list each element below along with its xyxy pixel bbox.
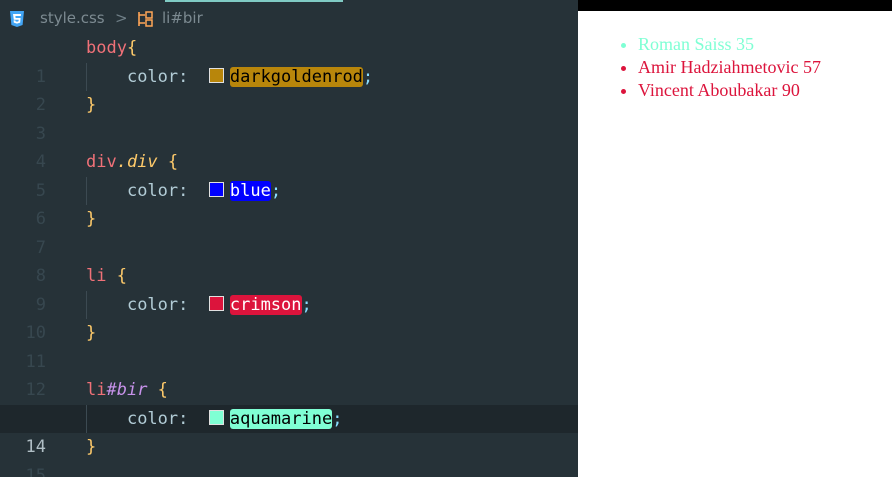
list-item: Amir Hadziahmetovic 57 (638, 56, 821, 79)
css-id-selector: #bir (106, 380, 148, 400)
line-content: color: crimson; (86, 291, 312, 320)
line-content: } (86, 319, 96, 348)
color-swatch[interactable] (208, 67, 224, 83)
semicolon: ; (270, 180, 282, 201)
open-brace: { (157, 152, 179, 172)
close-brace: } (86, 209, 97, 229)
line-content: color: blue; (86, 177, 281, 206)
color-swatch[interactable] (208, 409, 224, 425)
line-content: li { (86, 262, 127, 291)
player-list: Roman Saiss 35 Amir Hadziahmetovic 57 Vi… (638, 33, 821, 102)
line-content: color: aquamarine; (86, 405, 342, 434)
css-selector: div (86, 152, 117, 172)
code-line: 3 } (0, 91, 578, 144)
breadcrumb: style.css > li#bir (0, 2, 578, 34)
line-content: body{ (86, 34, 137, 63)
semicolon: ; (362, 66, 374, 87)
code-line: 15 } (0, 433, 578, 477)
close-brace: } (86, 95, 97, 115)
css-property: color: (126, 180, 189, 201)
css-property: color: (126, 408, 189, 429)
css-selector: li (86, 266, 107, 286)
browser-preview: Roman Saiss 35 Amir Hadziahmetovic 57 Vi… (578, 0, 892, 477)
code-line: 1 body{ (0, 34, 578, 87)
color-swatch[interactable] (208, 295, 224, 311)
line-content: } (86, 433, 96, 462)
css-selector: li (86, 380, 107, 400)
css-value: aquamarine (229, 408, 333, 429)
preview-top-bar (578, 0, 892, 11)
code-line: 6 color: blue; (0, 176, 578, 229)
selector-symbol-icon (138, 11, 153, 27)
line-number: 15 (25, 465, 46, 477)
code-line: 2 color: darkgoldenrod; (0, 62, 578, 115)
css-property: color: (126, 294, 189, 315)
close-brace: } (86, 323, 97, 343)
css-value: darkgoldenrod (229, 66, 363, 87)
open-brace: { (106, 266, 127, 286)
line-content: color: darkgoldenrod; (86, 63, 373, 92)
code-lines[interactable]: 1 body{ 2 color: darkgoldenrod; 3 } 4 5 … (0, 34, 578, 477)
css-property: color: (126, 66, 189, 87)
line-content: li#bir { (86, 376, 168, 405)
css-value: crimson (229, 294, 302, 315)
code-line-current: 14 color: aquamarine; (0, 404, 578, 457)
code-line: 4 (0, 120, 578, 172)
code-line: 10 color: crimson; (0, 290, 578, 343)
list-item: Vincent Aboubakar 90 (638, 79, 821, 102)
code-line: 12 (0, 348, 578, 400)
code-line: 8 (0, 234, 578, 286)
line-content: div.div { (86, 148, 178, 177)
code-line: 13 li#bir { (0, 376, 578, 429)
code-line: 11 } (0, 319, 578, 372)
semicolon: ; (332, 408, 343, 429)
breadcrumb-separator: > (115, 9, 128, 27)
code-line: 9 li { (0, 262, 578, 315)
semicolon: ; (301, 294, 312, 315)
css-file-icon (10, 11, 24, 27)
line-content: } (86, 91, 96, 120)
open-brace: { (126, 38, 138, 58)
close-brace: } (86, 437, 97, 457)
color-swatch[interactable] (208, 181, 224, 197)
open-brace: { (147, 380, 168, 400)
breadcrumb-file[interactable]: style.css (40, 9, 105, 27)
css-class-selector: .div (116, 152, 158, 172)
line-content: } (86, 205, 96, 234)
code-line: 5 div.div { (0, 148, 578, 201)
app-window: style.css > li#bir 1 body{ 2 color: dark… (0, 0, 892, 477)
breadcrumb-symbol[interactable]: li#bir (162, 9, 203, 27)
code-editor[interactable]: style.css > li#bir 1 body{ 2 color: dark… (0, 0, 578, 477)
css-selector: body (86, 38, 127, 58)
code-line: 7 } (0, 205, 578, 258)
css-value: blue (229, 180, 271, 201)
list-item: Roman Saiss 35 (638, 33, 821, 56)
